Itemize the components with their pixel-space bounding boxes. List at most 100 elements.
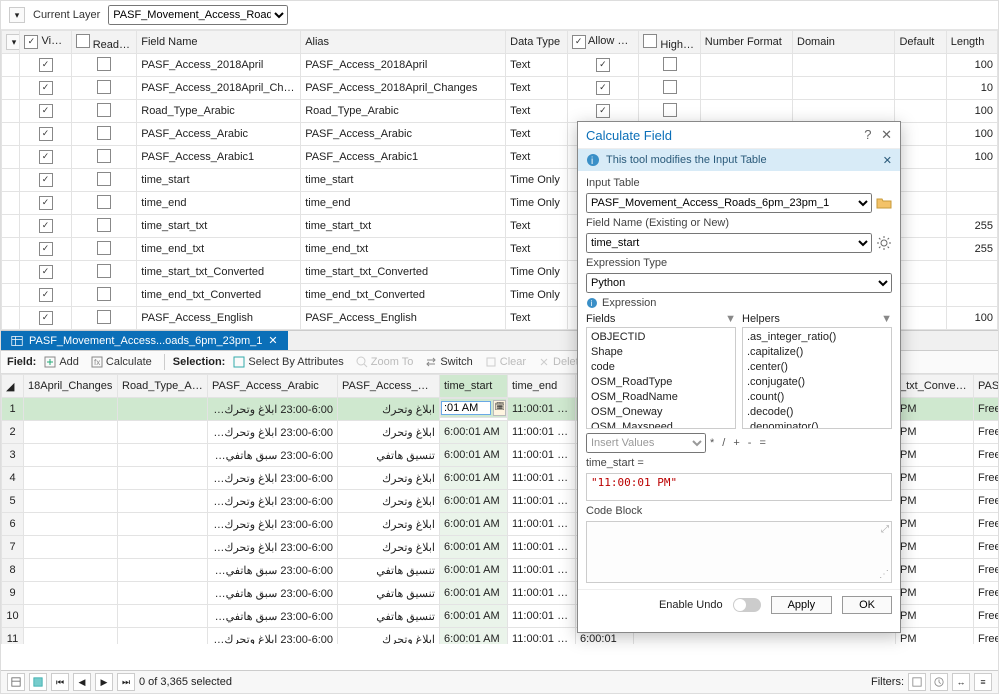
field-row[interactable]: PASF_Access_2018April_ChangesPASF_Access… — [2, 77, 998, 100]
allownull-checkbox[interactable] — [596, 81, 610, 95]
alias-cell[interactable]: PASF_Access_Arabic — [301, 123, 506, 146]
col-changes[interactable]: 18April_Changes — [24, 375, 118, 398]
readonly-checkbox[interactable] — [97, 172, 111, 186]
gear-icon[interactable] — [876, 235, 892, 251]
col-length[interactable]: Length — [946, 31, 997, 54]
help-icon[interactable]: ? — [864, 127, 871, 142]
col-roadtype[interactable]: Road_Type_Arabic — [118, 375, 208, 398]
nav-prev-icon[interactable]: ◀ — [73, 673, 91, 691]
col-domain[interactable]: Domain — [793, 31, 895, 54]
col-time-start[interactable]: time_start — [440, 375, 508, 398]
switch-button[interactable]: Switch — [421, 355, 476, 369]
list-item[interactable]: OBJECTID — [591, 330, 731, 345]
datatype-cell[interactable]: Time Only — [506, 261, 567, 284]
highlight-checkbox[interactable] — [663, 103, 677, 117]
domain-cell[interactable] — [793, 77, 895, 100]
expand-icon[interactable]: ⤢ — [881, 524, 889, 535]
readonly-checkbox[interactable] — [97, 218, 111, 232]
field-name-cell[interactable]: time_start_txt — [137, 215, 301, 238]
alias-cell[interactable]: Road_Type_Arabic — [301, 100, 506, 123]
readonly-checkbox[interactable] — [97, 80, 111, 94]
col-alias[interactable]: Alias — [301, 31, 506, 54]
list-item[interactable]: .center() — [747, 360, 887, 375]
length-cell[interactable]: 255 — [946, 215, 997, 238]
alias-cell[interactable]: time_end_txt_Converted — [301, 284, 506, 307]
resize-icon[interactable]: ⋰ — [879, 569, 889, 580]
operator-button[interactable]: = — [759, 437, 765, 449]
list-item[interactable]: OSM_Oneway — [591, 405, 731, 420]
row-number[interactable]: 6 — [2, 513, 24, 536]
col-access-arabic[interactable]: PASF_Access_Arabic — [208, 375, 338, 398]
add-field-button[interactable]: Add — [40, 355, 83, 369]
filter-extent-icon[interactable] — [908, 673, 926, 691]
row-number[interactable]: 9 — [2, 582, 24, 605]
list-item[interactable]: .conjugate() — [747, 375, 887, 390]
col-datatype[interactable]: Data Type — [506, 31, 567, 54]
col-allownull[interactable]: Allow NULL — [567, 31, 639, 54]
current-layer-select[interactable]: PASF_Movement_Access_Roads_6p — [108, 5, 288, 25]
datatype-cell[interactable]: Text — [506, 77, 567, 100]
helpers-listbox[interactable]: .as_integer_ratio().capitalize().center(… — [742, 327, 892, 429]
filter-time-icon[interactable] — [930, 673, 948, 691]
operator-button[interactable]: * — [710, 437, 714, 449]
row-number[interactable]: 3 — [2, 444, 24, 467]
alias-cell[interactable]: PASF_Access_Arabic1 — [301, 146, 506, 169]
readonly-checkbox[interactable] — [97, 310, 111, 324]
row-number[interactable]: 10 — [2, 605, 24, 628]
fields-filter-icon[interactable]: ▼ — [725, 313, 736, 325]
highlight-checkbox[interactable] — [663, 57, 677, 71]
datatype-cell[interactable]: Time Only — [506, 192, 567, 215]
dialog-titlebar[interactable]: Calculate Field ? ✕ — [578, 122, 900, 149]
alias-cell[interactable]: time_start_txt — [301, 215, 506, 238]
row-header[interactable]: ▾ — [2, 31, 20, 54]
nav-next-icon[interactable]: ▶ — [95, 673, 113, 691]
field-row[interactable]: Road_Type_ArabicRoad_Type_ArabicText100 — [2, 100, 998, 123]
alias-cell[interactable]: PASF_Access_English — [301, 307, 506, 330]
length-cell[interactable]: 100 — [946, 100, 997, 123]
field-name-cell[interactable]: Road_Type_Arabic — [137, 100, 301, 123]
visible-checkbox[interactable] — [39, 219, 53, 233]
readonly-checkbox[interactable] — [97, 103, 111, 117]
field-name-cell[interactable]: time_end_txt_Converted — [137, 284, 301, 307]
visible-checkbox[interactable] — [39, 196, 53, 210]
domain-cell[interactable] — [793, 100, 895, 123]
length-cell[interactable] — [946, 169, 997, 192]
highlight-checkbox[interactable] — [663, 80, 677, 94]
list-item[interactable]: .capitalize() — [747, 345, 887, 360]
readonly-checkbox[interactable] — [97, 149, 111, 163]
length-cell[interactable] — [946, 284, 997, 307]
length-cell[interactable]: 100 — [946, 123, 997, 146]
list-item[interactable]: .denominator() — [747, 420, 887, 429]
field-name-cell[interactable]: PASF_Access_Arabic1 — [137, 146, 301, 169]
nav-last-icon[interactable]: ⏭ — [117, 673, 135, 691]
field-name-select[interactable]: time_start — [586, 233, 872, 253]
readonly-checkbox[interactable] — [97, 287, 111, 301]
col-txt-converted[interactable]: _txt_Converted — [896, 375, 974, 398]
col-pasf-a[interactable]: PASF_A — [974, 375, 999, 398]
calculate-button[interactable]: fxCalculate — [87, 355, 156, 369]
domain-cell[interactable] — [793, 54, 895, 77]
allownull-checkbox[interactable] — [596, 58, 610, 72]
list-item[interactable]: OSM_RoadName — [591, 390, 731, 405]
list-item[interactable]: .as_integer_ratio() — [747, 330, 887, 345]
col-highlight[interactable]: Highlight — [639, 31, 700, 54]
field-name-cell[interactable]: PASF_Access_Arabic — [137, 123, 301, 146]
col-readonly[interactable]: Read Only — [71, 31, 137, 54]
col-time-end[interactable]: time_end — [508, 375, 576, 398]
field-name-cell[interactable]: time_end — [137, 192, 301, 215]
zoom-to-button[interactable]: Zoom To — [352, 355, 418, 369]
toggle-icon[interactable]: ▾ — [9, 7, 25, 23]
list-item[interactable]: .decode() — [747, 405, 887, 420]
row-number[interactable]: 11 — [2, 628, 24, 645]
datatype-cell[interactable]: Text — [506, 238, 567, 261]
row-number[interactable]: 7 — [2, 536, 24, 559]
datatype-cell[interactable]: Text — [506, 54, 567, 77]
insert-values-select[interactable]: Insert Values — [586, 433, 706, 453]
datatype-cell[interactable]: Text — [506, 146, 567, 169]
list-item[interactable]: Shape — [591, 345, 731, 360]
datatype-cell[interactable]: Time Only — [506, 169, 567, 192]
row-number[interactable]: 2 — [2, 421, 24, 444]
field-name-cell[interactable]: PASF_Access_2018April_Changes — [137, 77, 301, 100]
col-default[interactable]: Default — [895, 31, 946, 54]
field-name-cell[interactable]: PASF_Access_English — [137, 307, 301, 330]
